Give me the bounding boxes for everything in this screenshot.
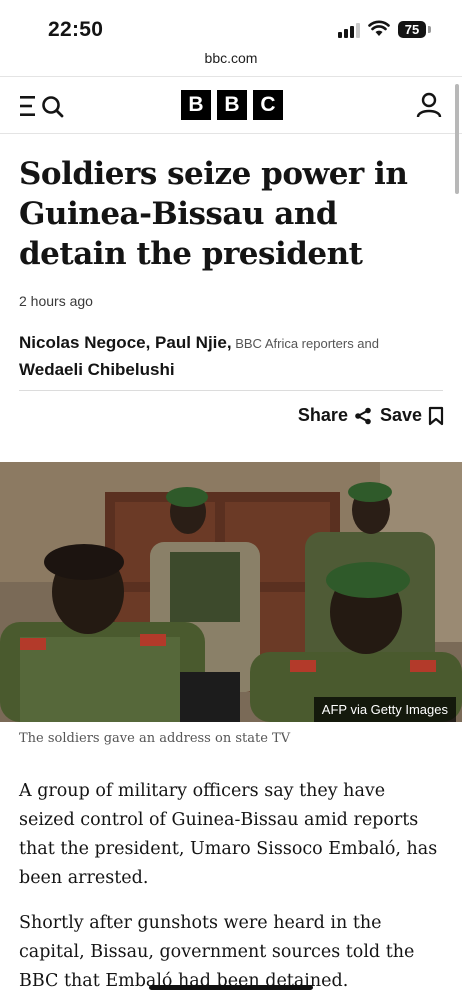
bookmark-icon <box>428 406 444 425</box>
image-caption: The soldiers gave an address on state TV <box>19 731 291 746</box>
article-byline: Nicolas Negoce, Paul Njie, BBC Africa re… <box>19 330 439 384</box>
menu-search-icon[interactable] <box>20 94 68 118</box>
status-bar: 22:50 75 bbc.com <box>0 0 462 74</box>
article-actions: Share Save <box>298 405 444 426</box>
logo-letter: C <box>253 90 283 120</box>
account-icon[interactable] <box>416 92 442 118</box>
save-label: Save <box>379 405 422 425</box>
wifi-icon <box>368 20 390 36</box>
logo-letter: B <box>217 90 247 120</box>
home-indicator[interactable] <box>149 985 313 990</box>
share-icon <box>355 407 371 424</box>
logo-letter: B <box>181 90 211 120</box>
divider <box>19 390 443 391</box>
article-headline: Soldiers seize power in Guinea-Bissau an… <box>19 156 408 272</box>
site-header: B B C <box>0 76 462 134</box>
status-time: 22:50 <box>48 18 104 41</box>
battery-icon: 75 <box>398 21 426 38</box>
share-button[interactable]: Share <box>298 405 372 426</box>
byline-role: BBC Africa reporters and <box>235 336 379 351</box>
soldiers-photo <box>0 462 462 722</box>
cellular-signal-icon <box>338 22 360 38</box>
article-timestamp: 2 hours ago <box>19 293 93 309</box>
article-paragraph: A group of military officers say they ha… <box>19 781 438 888</box>
save-button[interactable]: Save <box>380 405 444 426</box>
byline-authors: Nicolas Negoce, Paul Njie, <box>19 333 232 352</box>
scrollbar[interactable] <box>455 84 459 194</box>
article-paragraph: Shortly after gunshots were heard in the… <box>19 913 415 991</box>
bbc-logo[interactable]: B B C <box>181 90 283 120</box>
byline-author: Wedaeli Chibelushi <box>19 360 175 379</box>
article-image: AFP via Getty Images <box>0 462 462 722</box>
share-label: Share <box>297 405 348 425</box>
battery-tip <box>428 26 431 33</box>
image-credit: AFP via Getty Images <box>313 697 456 722</box>
address-bar-url[interactable]: bbc.com <box>0 50 462 66</box>
